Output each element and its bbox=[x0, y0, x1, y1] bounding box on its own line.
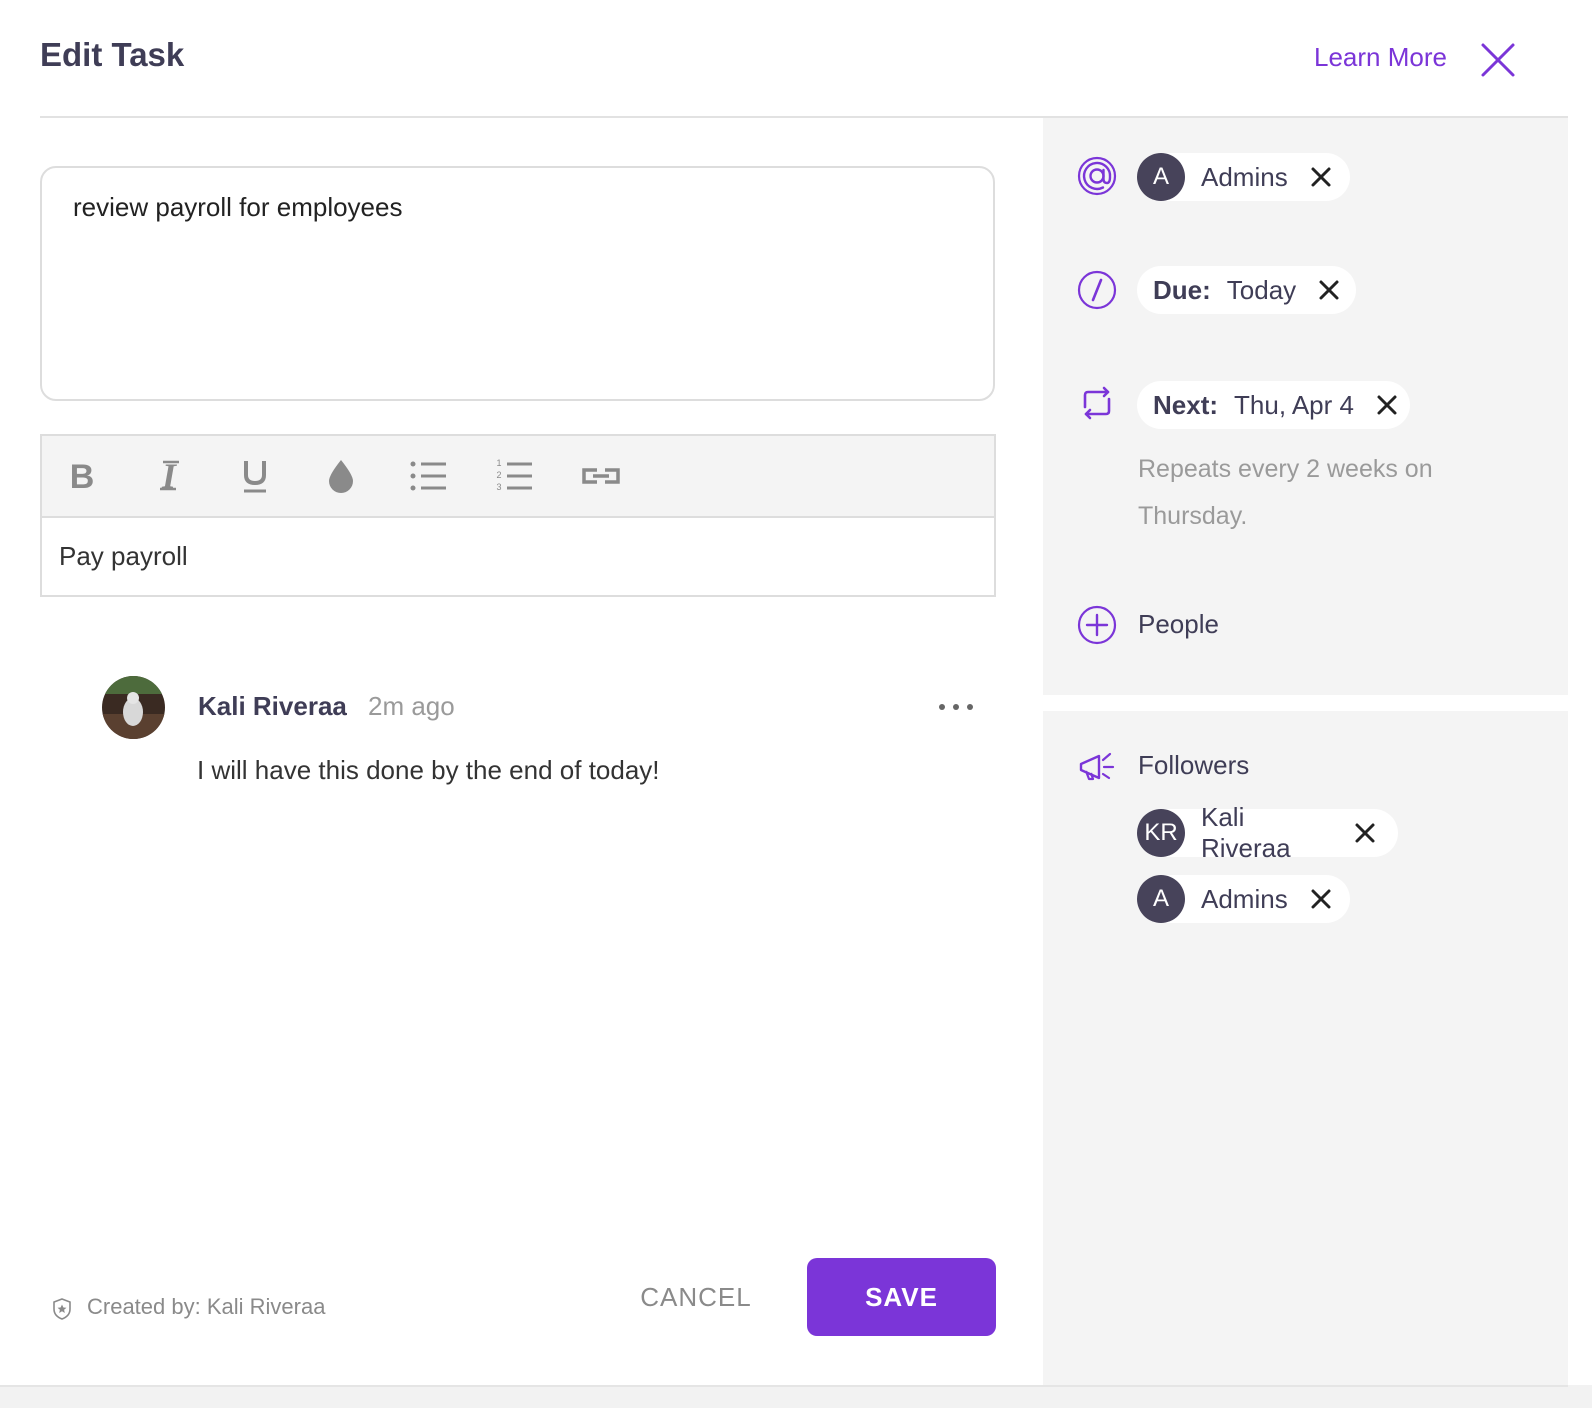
comment-editor[interactable]: B I 1 2 3 Pay payroll bbox=[40, 434, 996, 597]
svg-text:1: 1 bbox=[496, 458, 501, 468]
comment-author: Kali Riveraa bbox=[198, 691, 347, 721]
task-description-text: review payroll for employees bbox=[73, 192, 403, 222]
assignee-name: Admins bbox=[1201, 161, 1288, 192]
remove-icon[interactable] bbox=[1376, 394, 1398, 416]
numbered-list-icon[interactable]: 1 2 3 bbox=[494, 456, 534, 496]
avatar: A bbox=[1137, 153, 1185, 201]
due-date-icon bbox=[1077, 270, 1117, 310]
follower-name: Kali Riveraa bbox=[1201, 802, 1291, 863]
learn-more-link[interactable]: Learn More bbox=[1314, 42, 1447, 73]
next-occurrence-chip[interactable]: Next: Thu, Apr 4 bbox=[1137, 381, 1410, 429]
editor-content: Pay payroll bbox=[59, 541, 188, 571]
remove-icon[interactable] bbox=[1310, 888, 1332, 910]
avatar: A bbox=[1137, 875, 1185, 923]
follower-name: Admins bbox=[1201, 883, 1288, 914]
created-by-label: Created by: Kali Riveraa bbox=[87, 1294, 326, 1319]
at-sign-icon bbox=[1077, 156, 1117, 196]
due-label: Due: bbox=[1153, 274, 1211, 305]
bullet-list-icon[interactable] bbox=[408, 456, 448, 496]
assignee-chip[interactable]: A Admins bbox=[1137, 153, 1350, 201]
cancel-button[interactable]: CANCEL bbox=[620, 1258, 772, 1336]
remove-icon[interactable] bbox=[1310, 166, 1332, 188]
repeat-icon bbox=[1083, 386, 1111, 420]
save-button[interactable]: SAVE bbox=[807, 1258, 996, 1336]
svg-text:2: 2 bbox=[496, 470, 501, 480]
comment-timestamp: 2m ago bbox=[368, 691, 455, 721]
close-icon[interactable] bbox=[1478, 40, 1518, 80]
remove-icon[interactable] bbox=[1354, 822, 1376, 844]
task-description-field[interactable]: review payroll for employees bbox=[40, 166, 995, 401]
comment-text: I will have this done by the end of toda… bbox=[197, 755, 660, 785]
remove-icon[interactable] bbox=[1318, 279, 1340, 301]
next-label: Next: bbox=[1153, 389, 1219, 420]
editor-toolbar: B I 1 2 3 bbox=[42, 436, 994, 518]
page-bottom-edge bbox=[0, 1385, 1592, 1408]
follower-chip[interactable]: KR Kali Riveraa bbox=[1137, 802, 1398, 863]
italic-icon[interactable]: I bbox=[149, 456, 189, 496]
link-icon[interactable] bbox=[581, 456, 621, 496]
edit-task-modal: Edit Task Learn More A Admins Due: Today bbox=[0, 0, 1568, 1387]
next-value: Thu, Apr 4 bbox=[1234, 389, 1354, 420]
shield-icon bbox=[53, 1298, 71, 1320]
bold-icon[interactable]: B bbox=[62, 456, 102, 496]
avatar bbox=[102, 676, 165, 739]
underline-icon[interactable] bbox=[235, 456, 275, 496]
follower-chip[interactable]: A Admins bbox=[1137, 875, 1350, 923]
due-date-chip[interactable]: Due: Today bbox=[1137, 266, 1356, 314]
svg-text:3: 3 bbox=[496, 482, 501, 492]
page-edge bbox=[1568, 0, 1592, 1408]
repeat-description: Repeats every 2 weeks on Thursday. bbox=[1138, 455, 1433, 530]
color-drop-icon[interactable] bbox=[321, 456, 361, 496]
svg-text:B: B bbox=[70, 458, 95, 496]
due-value: Today bbox=[1226, 274, 1297, 305]
add-people-button[interactable]: People bbox=[1138, 609, 1219, 640]
modal-title: Edit Task bbox=[40, 36, 185, 73]
more-options-icon[interactable] bbox=[936, 695, 976, 719]
followers-label: Followers bbox=[1138, 750, 1250, 780]
megaphone-icon bbox=[1079, 752, 1115, 781]
avatar: KR bbox=[1137, 809, 1185, 857]
add-circle-icon[interactable] bbox=[1077, 605, 1117, 645]
